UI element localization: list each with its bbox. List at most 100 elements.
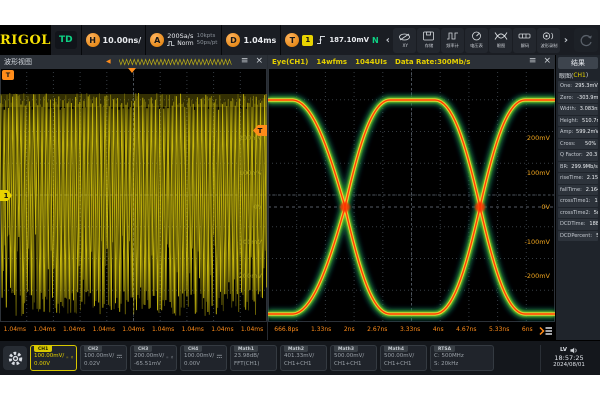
math-box-math2[interactable]: Math2 401.33mV/ CH1+CH1 bbox=[280, 345, 327, 371]
dc-coupling-icon bbox=[216, 353, 223, 360]
math1-expression: FFT(CH1) bbox=[234, 361, 273, 369]
delay-control[interactable]: D 1.04ms bbox=[221, 25, 280, 55]
tool-counter[interactable]: 频率计 bbox=[441, 28, 464, 53]
eye-panel-header: Eye(CH1) 14wfms 1044UIs Data Rate:300Mb/… bbox=[268, 55, 555, 68]
rtsa-box[interactable]: RTSA C: 500MHz S: 20kHz bbox=[430, 345, 494, 371]
speaker-icon bbox=[570, 347, 578, 354]
tool-dvm[interactable]: 电压表 bbox=[465, 28, 488, 53]
system-time: 18:57:25 bbox=[554, 354, 583, 362]
channel-box-ch2[interactable]: CH2 100.00mV/ 0.02V bbox=[80, 345, 127, 371]
toolbar-next-arrow[interactable]: › bbox=[561, 35, 571, 46]
decode-icon bbox=[518, 31, 531, 41]
clock-block[interactable]: LV 18:57:25 2024/08/01 bbox=[540, 345, 597, 372]
waveform-close-icon[interactable]: × bbox=[255, 57, 263, 66]
measurement-row: fallTime:2.164ns bbox=[558, 185, 598, 196]
trigger-control[interactable]: T 1 187.10mV N bbox=[280, 25, 382, 55]
channel-box-ch1[interactable]: CH1 100.00mV/ 0.00V bbox=[30, 345, 77, 371]
measurement-row: Q Factor:20.3 bbox=[558, 150, 598, 161]
channel-box-ch4[interactable]: CH4 100.00mV/ 0.00V bbox=[180, 345, 227, 371]
waveform-panel-header: 波形视图 ◀ ≡ × bbox=[0, 55, 267, 68]
tool-xy[interactable]: XY bbox=[393, 28, 416, 53]
ch1-tab: CH1 bbox=[34, 346, 52, 352]
measurement-row: Cross:50% bbox=[558, 139, 598, 150]
acquire-control[interactable]: A 200Sa/s Norm 10kpts 50ps/pt bbox=[145, 25, 221, 55]
run-state-badge[interactable]: TD bbox=[55, 31, 77, 49]
math2-tab: Math2 bbox=[284, 346, 308, 352]
measurement-row: Zero:-303.9mV bbox=[558, 93, 598, 104]
storage-icon bbox=[422, 31, 435, 41]
ch2-scale: 100.00mV/ bbox=[84, 353, 114, 361]
waveform-preview-strip[interactable] bbox=[119, 57, 233, 67]
eye-panel-title: Eye(CH1) bbox=[272, 58, 308, 66]
channel-box-ch3[interactable]: CH3 200.00mV/ -65.51mV bbox=[130, 345, 177, 371]
frequency-counter-icon bbox=[446, 31, 459, 41]
ch2-tab: CH2 bbox=[84, 346, 102, 352]
eye-menu-icon[interactable]: ≡ bbox=[529, 57, 537, 66]
tool-decode[interactable]: 解码 bbox=[513, 28, 536, 53]
acquire-slope-icon bbox=[167, 40, 175, 47]
measurement-row: DCDPercent:5.6% bbox=[558, 231, 598, 242]
trigger-badge[interactable]: T bbox=[285, 33, 299, 47]
bottom-status-bar: CH1 100.00mV/ 0.00V CH2 100.00mV/ 0.02V … bbox=[0, 340, 600, 375]
wave-y-label: 100mV bbox=[226, 169, 262, 177]
waveform-canvas[interactable] bbox=[0, 68, 267, 322]
ch4-tab: CH4 bbox=[184, 346, 202, 352]
dc-coupling-icon bbox=[66, 354, 69, 361]
waveform-record-icon bbox=[542, 31, 555, 41]
waveform-view-panel: 波形视图 ◀ ≡ × T 1 T 200mV 100mV 0V -100mV -… bbox=[0, 55, 268, 340]
results-tab[interactable]: 眼图(CH1) bbox=[558, 70, 598, 80]
math-box-math3[interactable]: Math3 500.00mV/ CH1+CH1 bbox=[330, 345, 377, 371]
acquire-badge[interactable]: A bbox=[150, 33, 164, 47]
toolbar-prev-arrow[interactable]: ‹ bbox=[383, 35, 393, 46]
settings-button[interactable] bbox=[3, 346, 27, 370]
eye-y-label: 200mV bbox=[514, 134, 550, 142]
lan-indicator: LV bbox=[560, 347, 567, 354]
tool-eye[interactable]: 眼图 bbox=[489, 28, 512, 53]
tool-storage[interactable]: 存储 bbox=[417, 28, 440, 53]
eye-ui-count: 1044UIs bbox=[355, 58, 387, 66]
memory-depth: 10kpts bbox=[197, 33, 218, 40]
tool-eye-label: 眼图 bbox=[497, 43, 506, 49]
math2-expression: CH1+CH1 bbox=[284, 361, 323, 369]
math1-tab: Math1 bbox=[234, 346, 258, 352]
horizontal-badge[interactable]: H bbox=[86, 33, 100, 47]
eye-close-icon[interactable]: × bbox=[543, 57, 551, 66]
tool-decode-label: 解码 bbox=[521, 43, 530, 49]
top-toolbar: RIGOL TD H 10.00ns/ A 200Sa/s Norm 10kpt… bbox=[0, 25, 600, 55]
waveform-panel-title: 波形视图 bbox=[4, 57, 32, 67]
eye-diagram-icon bbox=[494, 31, 508, 41]
tool-record[interactable]: 波形录制 bbox=[537, 28, 560, 53]
xy-icon bbox=[398, 32, 411, 42]
wave-y-label: -200mV bbox=[226, 272, 262, 280]
ch2-offset: 0.02V bbox=[84, 361, 123, 369]
waveform-menu-icon[interactable]: ≡ bbox=[241, 57, 249, 66]
delay-badge[interactable]: D bbox=[226, 33, 240, 47]
horizontal-control[interactable]: H 10.00ns/ bbox=[81, 25, 146, 55]
eye-expand-menu-icon[interactable] bbox=[538, 322, 553, 341]
eye-diagram-panel: Eye(CH1) 14wfms 1044UIs Data Rate:300Mb/… bbox=[268, 55, 555, 340]
eye-diagram-canvas[interactable] bbox=[268, 68, 555, 322]
dc-coupling-icon bbox=[166, 354, 169, 361]
tool-dvm-label: 电压表 bbox=[470, 43, 483, 49]
tool-disabled bbox=[574, 28, 598, 52]
timebase-value: 10.00ns/ bbox=[103, 36, 142, 45]
math3-tab: Math3 bbox=[334, 346, 358, 352]
math-box-math1[interactable]: Math1 23.98dB/ FFT(CH1) bbox=[230, 345, 277, 371]
measurement-row: DCDTime:188ps bbox=[558, 219, 598, 230]
eye-y-label: -200mV bbox=[514, 272, 550, 280]
trigger-position-marker[interactable] bbox=[128, 68, 136, 73]
eye-y-label: 100mV bbox=[514, 169, 550, 177]
math-box-math4[interactable]: Math4 500.00mV/ CH1+CH1 bbox=[380, 345, 427, 371]
rtsa-span: S: 20kHz bbox=[434, 361, 490, 369]
wave-preview-marker-icon[interactable]: ◀ bbox=[106, 59, 111, 65]
lock-icon bbox=[171, 353, 173, 361]
measurement-row: Width:3.083ns bbox=[558, 104, 598, 115]
measurement-row: One:295.3mV bbox=[558, 81, 598, 92]
eye-data-rate: Data Rate:300Mb/s bbox=[395, 58, 470, 66]
trigger-source-tag: 1 bbox=[302, 35, 313, 46]
lock-icon bbox=[71, 353, 73, 361]
trigger-delay-tag[interactable]: T bbox=[2, 70, 14, 80]
results-title: 结果 bbox=[558, 57, 598, 69]
math4-expression: CH1+CH1 bbox=[384, 361, 423, 369]
rtsa-tab: RTSA bbox=[434, 346, 455, 352]
